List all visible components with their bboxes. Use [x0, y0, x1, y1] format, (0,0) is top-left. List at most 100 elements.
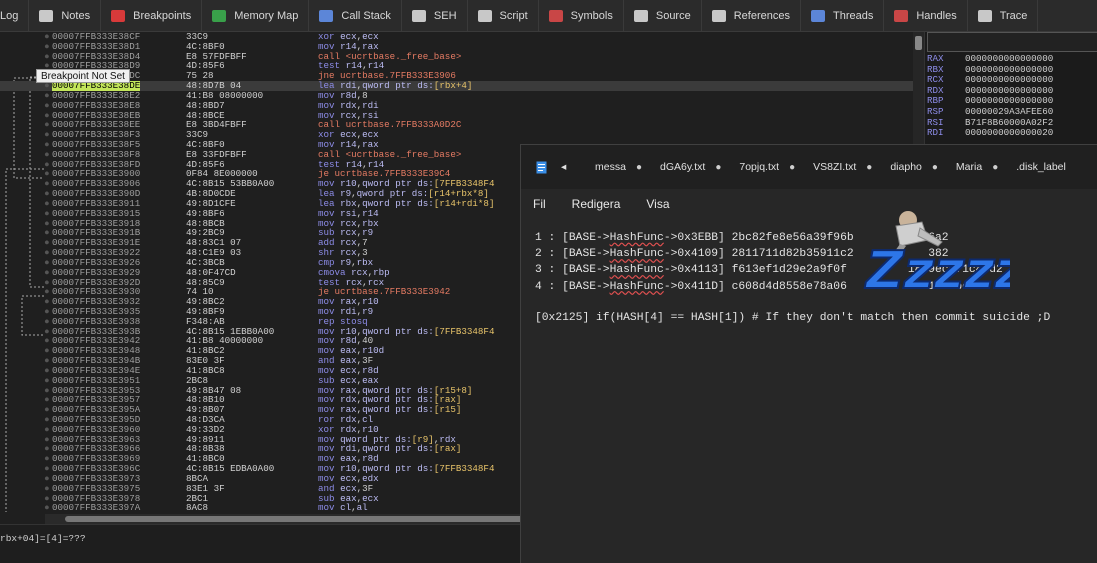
register-value: 0000000000000000	[965, 63, 1054, 75]
tab-threads[interactable]: Threads	[801, 0, 885, 31]
unsaved-dot-icon: ●	[992, 161, 999, 173]
register-rbp[interactable]: RBP 0000000000000000	[927, 96, 1053, 106]
script-icon	[477, 10, 492, 22]
breakpoint-dot-icon[interactable]: ●	[44, 503, 50, 513]
tab-trace[interactable]: Trace	[968, 0, 1039, 31]
call-stack-icon	[319, 10, 334, 22]
instruction: mov cl,al	[318, 502, 368, 514]
notepad-tab-label: VS8ZI.txt	[813, 161, 857, 173]
file-icon[interactable]	[521, 145, 561, 189]
notepad-menu-bar: Fil Redigera Visa	[521, 189, 1097, 219]
bytes: 48:0F47CD	[186, 266, 236, 278]
breakpoints-icon	[111, 10, 126, 22]
chevron-left-icon[interactable]: ◂	[561, 145, 583, 189]
tab-label: Threads	[832, 10, 874, 22]
spellcheck-word: HashFunc	[609, 248, 664, 261]
info-line: rbx+04]=[4]=???	[0, 533, 86, 544]
tab-seh[interactable]: SEH	[402, 0, 468, 31]
tab-label: Notes	[61, 10, 91, 22]
tab-label: Log	[0, 10, 19, 22]
tab-label: References	[733, 10, 790, 22]
register-name: RBX	[927, 63, 944, 75]
tab-handles[interactable]: Handles	[884, 0, 968, 31]
menu-file[interactable]: Fil	[533, 197, 546, 211]
tab-log[interactable]: Log	[0, 0, 30, 31]
spellcheck-word: HashFunc	[609, 232, 664, 244]
spellcheck-word: HashFunc	[609, 280, 664, 293]
register-rbx[interactable]: RBX 0000000000000000	[927, 63, 1054, 75]
notepad-tab-label: messa	[595, 161, 626, 173]
register-name: RSI	[927, 116, 944, 128]
tab-bar: Log Notes Breakpoints Memory Map Call Stack S…	[0, 0, 1097, 32]
register-rdx[interactable]: RDX 0000000000000000	[927, 84, 1054, 96]
references-icon	[711, 10, 726, 22]
notepad-tab-label: 7opjq.txt	[739, 161, 780, 173]
breakpoint-dot-icon[interactable]: ●	[44, 267, 50, 278]
tab-label: Source	[655, 10, 691, 22]
tab-memory-map[interactable]: Memory Map	[202, 0, 310, 31]
tab-label: Memory Map	[234, 10, 299, 22]
handles-icon	[894, 10, 909, 22]
register-name: RSP	[927, 106, 944, 117]
notepad-tab[interactable]: 7opjq.txt ●	[727, 145, 801, 189]
tab-call-stack[interactable]: Call Stack	[309, 0, 402, 31]
tab-label: Symbols	[570, 10, 613, 22]
register-value: 0000000000000020	[965, 127, 1054, 139]
menu-view[interactable]: Visa	[646, 197, 669, 211]
register-value: 0000000000000000	[965, 84, 1054, 96]
unsaved-dot-icon: ●	[866, 161, 873, 173]
address: 00007FFB333E3929	[52, 266, 141, 278]
register-name: RAX	[927, 53, 944, 64]
notepad-tab[interactable]: diapho ●	[878, 145, 944, 189]
unsaved-dot-icon: ●	[715, 161, 722, 173]
notepad-tab-bar: ◂ messa ● dGA6y.txt ● 7opjq.txt ● VS8ZI.txt ● dia…	[521, 145, 1097, 189]
register-rsp[interactable]: RSP 00000029A3AFEE60	[927, 107, 1053, 117]
sleeping-sticker: Zzzzz	[863, 211, 1010, 302]
notepad-tab[interactable]: Maria ●	[944, 145, 1004, 189]
notepad-tab[interactable]: VS8ZI.txt ●	[801, 145, 878, 189]
threads-icon	[810, 10, 825, 22]
register-rdi[interactable]: RDI 0000000000000020	[927, 128, 1053, 138]
tab-symbols[interactable]: Symbols	[539, 0, 624, 31]
register-value: 00000029A3AFEE60	[965, 106, 1054, 117]
spellcheck-word: HashFunc	[609, 264, 664, 277]
notes-icon	[39, 10, 54, 22]
notepad-tab[interactable]: dGA6y.txt ●	[648, 145, 727, 189]
register-name: RCX	[927, 74, 944, 86]
notepad-tab-label: dGA6y.txt	[659, 161, 706, 173]
register-name: RBP	[927, 95, 944, 107]
notepad-tab[interactable]: .disk_label	[1004, 145, 1066, 189]
tab-label: Script	[499, 10, 528, 22]
tab-source[interactable]: Source	[624, 0, 702, 31]
unsaved-dot-icon: ●	[789, 161, 796, 173]
sticker-text: Zzzzz	[864, 241, 1010, 301]
unsaved-dot-icon: ●	[635, 161, 642, 173]
scroll-thumb[interactable]	[915, 36, 922, 50]
register-value: 0000000000000000	[965, 74, 1054, 86]
address: 00007FFB333E397A	[52, 502, 141, 514]
tab-references[interactable]: References	[702, 0, 801, 31]
breakpoint-dot-icon[interactable]: ●	[44, 375, 50, 386]
tab-breakpoints[interactable]: Breakpoints	[101, 0, 203, 31]
register-rsi[interactable]: RSI B71F8B60000A02F2	[927, 116, 1053, 128]
register-name: RDX	[927, 84, 944, 96]
notepad-tab[interactable]: messa ●	[583, 145, 648, 189]
register-name: RDI	[927, 127, 944, 139]
address: 00007FFB333E3951	[52, 374, 141, 386]
tab-label: Breakpoints	[133, 10, 192, 22]
menu-edit[interactable]: Redigera	[572, 197, 621, 211]
source-icon	[633, 10, 648, 22]
bytes: 8AC8	[186, 502, 209, 514]
tab-notes[interactable]: Notes	[29, 0, 102, 31]
notepad-text-area[interactable]: 1 : [BASE->HashFunc->0x3EBB] 2bc82fe8e56…	[521, 219, 1097, 563]
register-rcx[interactable]: RCX 0000000000000000	[927, 75, 1053, 85]
registers-panel: RAX 0000000000000000 RBX 0000000000000000 RC…	[924, 32, 1097, 144]
breakpoint-tooltip: Breakpoint Not Set	[36, 69, 130, 83]
register-rax[interactable]: RAX 0000000000000000	[927, 54, 1053, 64]
info-pane: rbx+04]=[4]=???	[0, 524, 520, 563]
tab-label: SEH	[433, 10, 457, 22]
tab-script[interactable]: Script	[468, 0, 539, 31]
debugger-window: Log Notes Breakpoints Memory Map Call Stack S…	[0, 0, 1097, 563]
note-line: [0x2125] if(HASH[4] == HASH[1]) # If the…	[535, 312, 1051, 324]
seh-icon	[411, 10, 426, 22]
